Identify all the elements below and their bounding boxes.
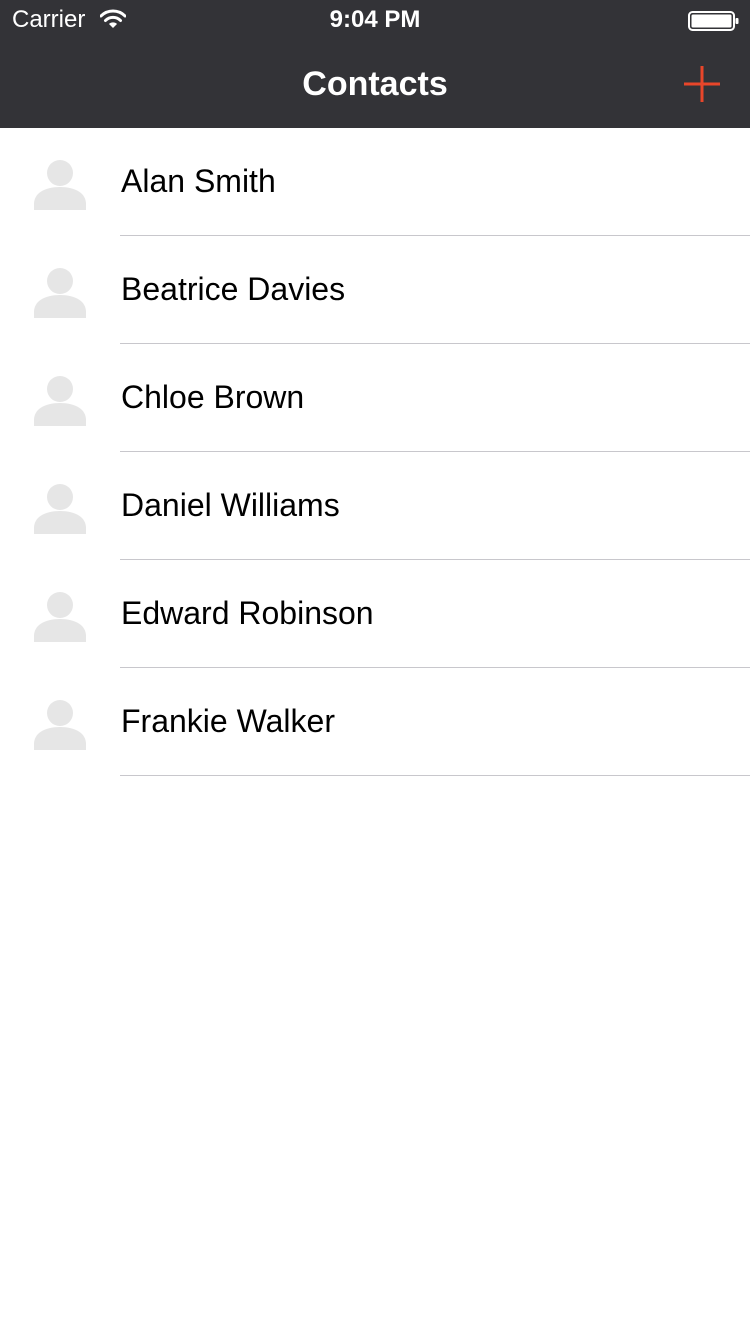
- battery-icon: [688, 11, 739, 31]
- avatar-placeholder-icon: [34, 484, 86, 534]
- contact-name: Frankie Walker: [121, 703, 335, 739]
- row-separator: [120, 775, 750, 776]
- avatar-placeholder-icon: [34, 700, 86, 750]
- avatar-placeholder-icon: [34, 376, 86, 426]
- avatar-placeholder-icon: [34, 268, 86, 318]
- avatar-placeholder-icon: [34, 160, 86, 210]
- navigation-bar: Contacts: [0, 40, 750, 128]
- contact-name: Alan Smith: [121, 163, 276, 199]
- contact-name: Chloe Brown: [121, 379, 305, 415]
- contact-row[interactable]: Edward Robinson: [0, 560, 750, 668]
- contact-name: Edward Robinson: [121, 595, 374, 631]
- clock: 9:04 PM: [329, 6, 421, 33]
- contact-list: Alan Smith Beatrice Davies Chloe Brown D…: [0, 128, 750, 776]
- page-title: Contacts: [302, 65, 448, 103]
- contact-row[interactable]: Frankie Walker: [0, 668, 750, 776]
- contact-row[interactable]: Beatrice Davies: [0, 236, 750, 344]
- contact-name: Beatrice Davies: [121, 271, 346, 307]
- contact-name: Daniel Williams: [121, 487, 340, 523]
- top-bar: Carrier 9:04 PM Contacts: [0, 0, 750, 128]
- contact-row[interactable]: Alan Smith: [0, 128, 750, 236]
- contact-row[interactable]: Chloe Brown: [0, 344, 750, 452]
- contacts-screen: Carrier 9:04 PM Contacts Alan Smith Beat…: [0, 0, 750, 1334]
- contact-row[interactable]: Daniel Williams: [0, 452, 750, 560]
- status-bar: Carrier 9:04 PM: [0, 0, 750, 40]
- plus-icon: [684, 66, 720, 102]
- add-contact-button[interactable]: [672, 54, 732, 114]
- avatar-placeholder-icon: [34, 592, 86, 642]
